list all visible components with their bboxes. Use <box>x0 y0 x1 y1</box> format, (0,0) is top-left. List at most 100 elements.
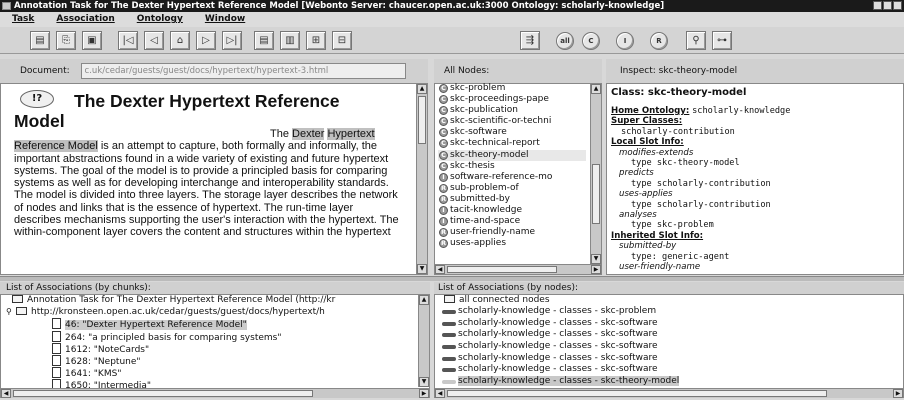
page-icon[interactable]: ▤ <box>254 31 274 50</box>
maximize-button[interactable] <box>883 1 892 10</box>
list-item[interactable]: Cskc-scientific-or-techni <box>438 116 586 127</box>
list-item[interactable]: Cskc-proceedings-pape <box>438 94 586 105</box>
association-row-selected[interactable]: scholarly-knowledge - classes - skc-theo… <box>440 375 880 388</box>
list-item[interactable]: Ruser-friendly-name <box>438 227 586 238</box>
window-title: Annotation Task for The Dexter Hypertext… <box>14 1 665 11</box>
scroll-down-icon[interactable]: ▼ <box>419 377 429 387</box>
association-row[interactable]: scholarly-knowledge - classes - skc-soft… <box>440 329 880 341</box>
tree-icon[interactable]: ⊞ <box>306 31 326 50</box>
super-classes-label[interactable]: Super Classes: <box>611 116 893 126</box>
list-item[interactable]: Itacit-knowledge <box>438 205 586 216</box>
relation-badge-icon: R <box>439 239 448 249</box>
tree-item[interactable]: 1628: "Neptune" <box>6 354 416 367</box>
scroll-up-icon[interactable]: ▲ <box>419 295 429 305</box>
association-row[interactable]: scholarly-knowledge - classes - skc-soft… <box>440 318 880 330</box>
class-badge-icon: C <box>439 150 448 160</box>
association-icon[interactable]: ⇶ <box>520 31 540 50</box>
highlight-chunk[interactable]: Dexter <box>292 128 325 140</box>
scroll-thumb[interactable] <box>447 390 827 397</box>
list-item[interactable]: Cskc-publication <box>438 105 586 116</box>
association-row[interactable]: scholarly-knowledge - classes - skc-soft… <box>440 353 880 365</box>
filter-instance-icon[interactable]: I <box>616 32 634 50</box>
association-row[interactable]: scholarly-knowledge - classes - skc-prob… <box>440 306 880 318</box>
scroll-left-icon[interactable]: ◀ <box>1 389 11 398</box>
scroll-up-icon[interactable]: ▲ <box>591 84 601 94</box>
association-row[interactable]: scholarly-knowledge - classes - skc-soft… <box>440 341 880 353</box>
link-icon <box>442 379 456 384</box>
home-ontology-label[interactable]: Home Ontology: <box>611 106 689 116</box>
search-icon[interactable]: ⚲ <box>686 31 706 50</box>
tree-item[interactable]: 1612: "NoteCards" <box>6 342 416 355</box>
list-item[interactable]: Isoftware-reference-mo <box>438 172 586 183</box>
document-url-field[interactable]: c.uk/cedar/guests/guest/docs/hypertext/h… <box>80 62 406 79</box>
document-scrollbar[interactable]: ▲ ▼ <box>416 84 427 274</box>
page-copy-icon[interactable]: ▥ <box>280 31 300 50</box>
home-icon[interactable]: ⌂ <box>170 31 190 50</box>
list-item[interactable]: Rsubmitted-by <box>438 194 586 205</box>
splitter[interactable] <box>0 276 904 281</box>
scroll-up-icon[interactable]: ▲ <box>417 84 427 94</box>
menu-association[interactable]: Association <box>56 12 114 27</box>
scroll-right-icon[interactable]: ▶ <box>591 265 601 274</box>
scroll-down-icon[interactable]: ▼ <box>417 264 427 274</box>
hierarchy-icon[interactable]: ⊶ <box>712 31 732 50</box>
menu-task[interactable]: Task <box>12 12 34 27</box>
by-nodes-hscrollbar[interactable]: ◀ ▶ <box>435 388 903 398</box>
inherited-slot-label[interactable]: Inherited Slot Info: <box>611 231 893 241</box>
list-item[interactable]: Itime-and-space <box>438 216 586 227</box>
tree-item[interactable]: 264: "a principled basis for comparing s… <box>6 330 416 343</box>
class-badge-icon: C <box>439 117 448 127</box>
last-icon[interactable]: ▷| <box>222 31 242 50</box>
nodes-scrollbar[interactable]: ▲ ▼ <box>590 84 601 264</box>
scroll-left-icon[interactable]: ◀ <box>435 265 445 274</box>
forward-icon[interactable]: ▷ <box>196 31 216 50</box>
tree-root[interactable]: Annotation Task for The Dexter Hypertext… <box>6 294 416 306</box>
list-item[interactable]: Cskc-problem <box>438 83 586 94</box>
list-item[interactable]: Cskc-software <box>438 127 586 138</box>
tree-item[interactable]: 1641: "KMS" <box>6 367 416 379</box>
chunks-scrollbar[interactable]: ▲ ▼ <box>418 295 429 387</box>
filter-class-icon[interactable]: C <box>582 32 600 50</box>
open-icon[interactable]: ⎘ <box>56 31 76 50</box>
scroll-down-icon[interactable]: ▼ <box>591 254 601 264</box>
inspect-class-title: Class: skc-theory-model <box>611 87 747 98</box>
link-icon <box>442 368 456 373</box>
inspect-header: Inspect: skc-theory-model <box>606 59 904 83</box>
chunks-header: List of Associations (by chunks): <box>0 282 430 294</box>
folder-icon <box>16 307 27 316</box>
scroll-right-icon[interactable]: ▶ <box>893 389 903 398</box>
scroll-left-icon[interactable]: ◀ <box>435 389 445 398</box>
list-item-selected[interactable]: Cskc-theory-model <box>438 149 586 161</box>
nodes-hscrollbar[interactable]: ◀ ▶ <box>435 264 601 274</box>
chunks-hscrollbar[interactable]: ◀ ▶ <box>1 388 429 398</box>
list-item[interactable]: Rsub-problem-of <box>438 183 586 194</box>
document-icon <box>52 318 61 330</box>
tree-collapse-icon[interactable]: ⊟ <box>332 31 352 50</box>
scroll-thumb[interactable] <box>592 164 600 224</box>
filter-all-icon[interactable]: all <box>556 32 574 50</box>
list-item[interactable]: Cskc-thesis <box>438 161 586 172</box>
local-slot-label[interactable]: Local Slot Info: <box>611 137 893 147</box>
menu-window[interactable]: Window <box>205 12 245 27</box>
association-root[interactable]: all connected nodes <box>440 294 880 306</box>
list-item[interactable]: Ruses-applies <box>438 238 586 249</box>
first-icon[interactable]: |◁ <box>118 31 138 50</box>
class-badge-icon: C <box>439 95 448 105</box>
tree-url-node[interactable]: ⚲ http://kronsteen.open.ac.uk/cedar/guest… <box>6 306 416 318</box>
save-icon[interactable]: ▣ <box>82 31 102 50</box>
tree-item[interactable]: 46: "Dexter Hypertext Reference Model" <box>6 318 416 331</box>
list-item[interactable]: Cskc-technical-report <box>438 138 586 149</box>
expand-icon[interactable]: ⚲ <box>6 306 16 318</box>
scroll-thumb[interactable] <box>447 266 557 273</box>
scroll-right-icon[interactable]: ▶ <box>419 389 429 398</box>
minimize-button[interactable] <box>873 1 882 10</box>
close-button[interactable] <box>893 1 902 10</box>
association-row[interactable]: scholarly-knowledge - classes - skc-soft… <box>440 364 880 376</box>
scroll-thumb[interactable] <box>13 390 313 397</box>
new-icon[interactable]: ▤ <box>30 31 50 50</box>
nodes-header: All Nodes: <box>434 59 602 83</box>
back-icon[interactable]: ◁ <box>144 31 164 50</box>
menu-ontology[interactable]: Ontology <box>137 12 183 27</box>
filter-relation-icon[interactable]: R <box>650 32 668 50</box>
scroll-thumb[interactable] <box>418 96 426 144</box>
